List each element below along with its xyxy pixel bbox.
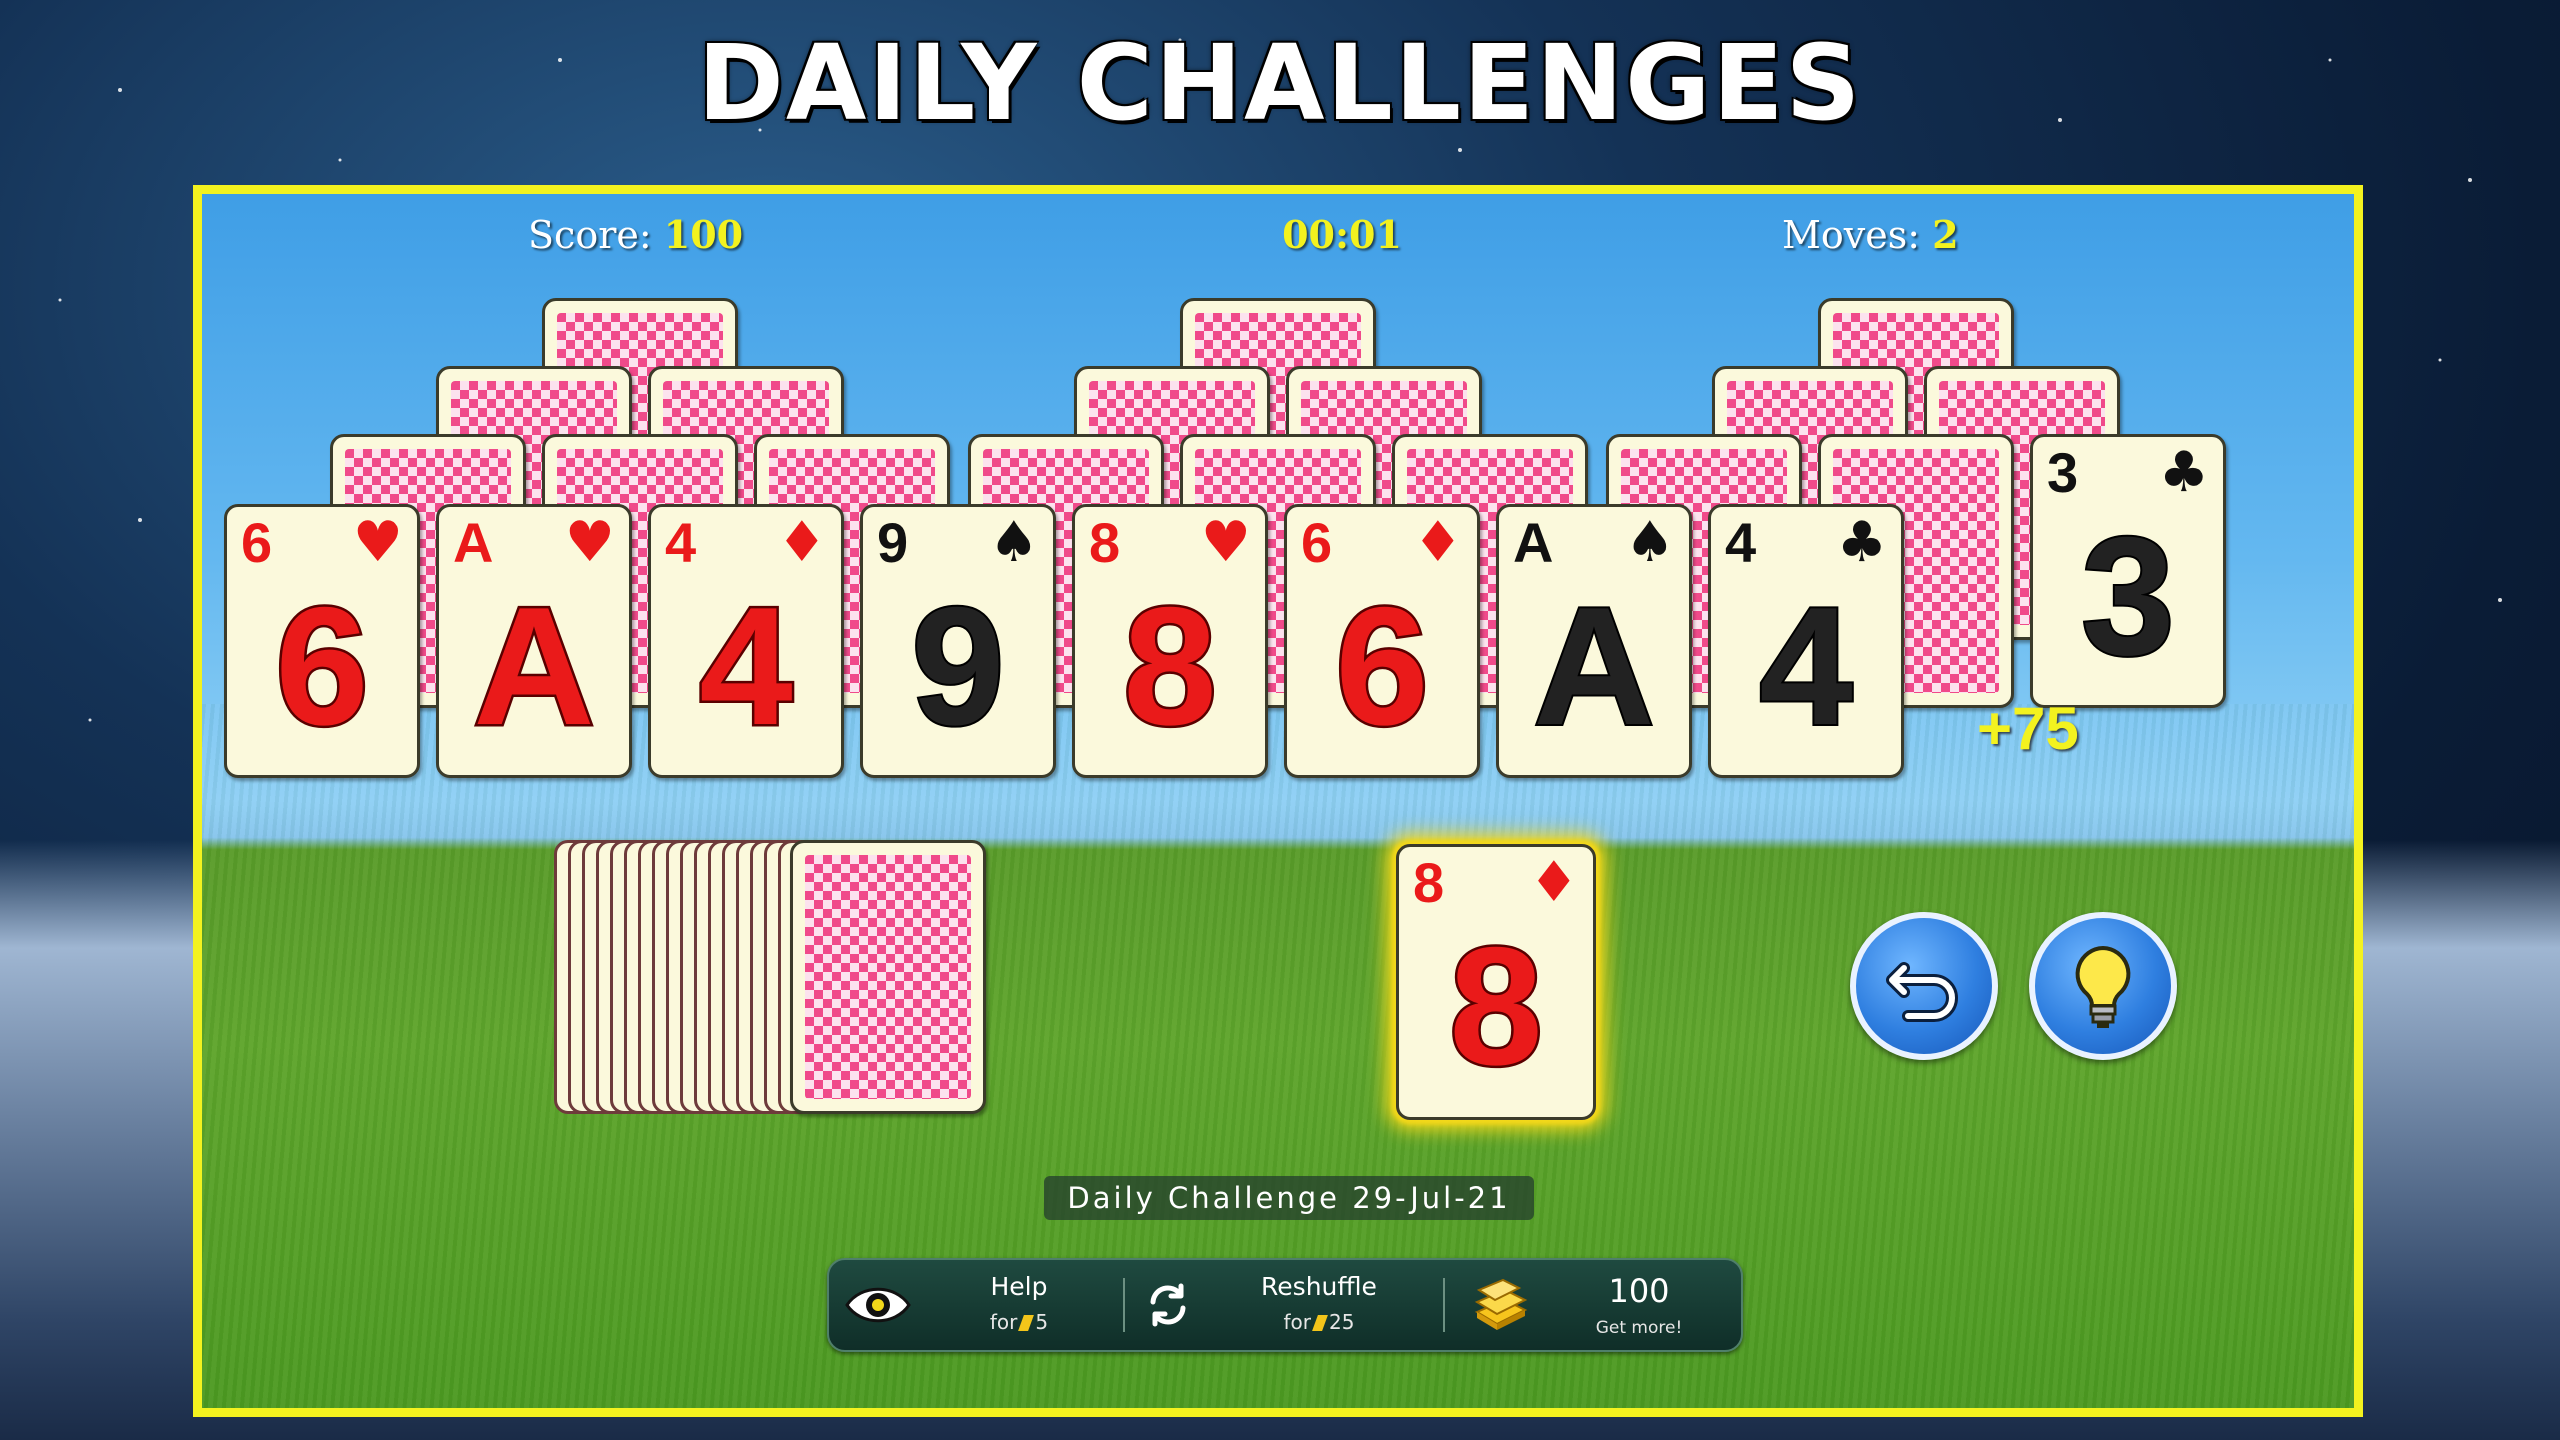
- score-label: Score:: [528, 213, 652, 257]
- get-more-link: Get more!: [1595, 1318, 1683, 1338]
- daily-challenge-date: Daily Challenge 29-Jul-21: [1044, 1176, 1534, 1220]
- spade-icon: ♠: [988, 510, 1039, 575]
- heart-icon: ♥: [1200, 510, 1251, 575]
- undo-icon: [1886, 962, 1958, 1022]
- card-rank-center: 6: [1333, 572, 1431, 760]
- card-rank-corner: 8: [1413, 851, 1445, 914]
- moves-value: 2: [1932, 212, 1959, 257]
- card-rank-center: 9: [909, 572, 1006, 760]
- card-rank-center: 8: [1121, 572, 1219, 760]
- card-rank-corner: 3: [2047, 441, 2079, 504]
- card-rank-corner: 6: [1301, 511, 1333, 574]
- coin-icon: [1312, 1315, 1328, 1331]
- card-rank-corner: 4: [665, 511, 697, 574]
- heart-icon: ♥: [352, 510, 403, 575]
- score-value: 100: [663, 212, 744, 257]
- card-rank-corner: 4: [1725, 511, 1757, 574]
- tableau-card[interactable]: 6 ♦ 6: [1284, 504, 1480, 778]
- help-cost: for 5: [989, 1310, 1049, 1334]
- lightbulb-icon: [2075, 945, 2131, 1028]
- reshuffle-icon: [1150, 1283, 1186, 1327]
- card-rank-center: 4: [697, 572, 795, 760]
- card-rank-corner: A: [453, 511, 494, 574]
- tableau-card[interactable]: 9 ♠ 9: [860, 504, 1056, 778]
- waste-card: 8 ♦ 8: [1396, 844, 1596, 1120]
- diamond-icon: ♦: [1412, 510, 1463, 575]
- score-display: Score: 100: [528, 212, 743, 257]
- undo-button[interactable]: [1850, 912, 1998, 1060]
- coin-balance: 100: [1608, 1272, 1670, 1310]
- promo-title: DAILY CHALLENGES: [697, 22, 1863, 144]
- moves-display: Moves: 2: [1782, 212, 1959, 257]
- card-rank-center: 4: [1757, 572, 1854, 760]
- tableau-card[interactable]: A ♠ A: [1496, 504, 1692, 778]
- card-rank-corner: 9: [877, 511, 909, 574]
- club-icon: ♣: [1836, 510, 1887, 575]
- toolbar-divider: [1123, 1278, 1125, 1332]
- club-icon: ♣: [2158, 440, 2209, 505]
- reshuffle-button[interactable]: Reshuffle for 25: [1129, 1260, 1439, 1350]
- reshuffle-label: Reshuffle: [1261, 1272, 1377, 1301]
- moves-label: Moves:: [1782, 213, 1921, 257]
- bottom-toolbar: Help for 5 Reshuffle for 25 100 Get more…: [827, 1258, 1743, 1352]
- card-rank-corner: 8: [1089, 511, 1121, 574]
- eye-icon: [845, 1287, 911, 1323]
- tableau-card[interactable]: 6 ♥ 6: [224, 504, 420, 778]
- card-rank-center: 8: [1447, 912, 1545, 1100]
- card-rank-corner: A: [1513, 511, 1554, 574]
- coin-icon: [1018, 1315, 1035, 1331]
- card-rank-corner: 6: [241, 511, 273, 574]
- moving-card-3-clubs[interactable]: 3 ♣ 3: [2030, 434, 2226, 708]
- diamond-icon: ♦: [1528, 850, 1579, 915]
- tableau-card[interactable]: 4 ♦ 4: [648, 504, 844, 778]
- stock-pile[interactable]: [554, 840, 994, 1120]
- diamond-icon: ♦: [776, 510, 827, 575]
- card-rank-center: A: [471, 572, 597, 760]
- tableau-card[interactable]: A ♥ A: [436, 504, 632, 778]
- get-more-coins-button[interactable]: 100 Get more!: [1449, 1260, 1739, 1350]
- tableau-card[interactable]: 4 ♣ 4: [1708, 504, 1904, 778]
- reshuffle-cost: for 25: [1283, 1310, 1355, 1334]
- card-rank-center: 6: [273, 572, 371, 760]
- hint-button[interactable]: [2029, 912, 2177, 1060]
- bonus-points-popup: +75: [1977, 695, 2079, 762]
- toolbar-divider: [1443, 1278, 1445, 1332]
- card-rank-center: 3: [2079, 502, 2176, 690]
- stock-top-card[interactable]: [790, 840, 986, 1114]
- card-rank-center: A: [1531, 572, 1656, 760]
- heart-icon: ♥: [564, 510, 615, 575]
- timer-display: 00:01: [1282, 212, 1402, 257]
- tableau-card[interactable]: 8 ♥ 8: [1072, 504, 1268, 778]
- help-label: Help: [990, 1272, 1048, 1301]
- spade-icon: ♠: [1624, 510, 1675, 575]
- gold-stack-icon: [1474, 1278, 1528, 1330]
- help-button[interactable]: Help for 5: [829, 1260, 1119, 1350]
- game-board: Score: 100 00:01 Moves: 2 3 ♣ 3 +75 6 ♥ …: [193, 185, 2363, 1417]
